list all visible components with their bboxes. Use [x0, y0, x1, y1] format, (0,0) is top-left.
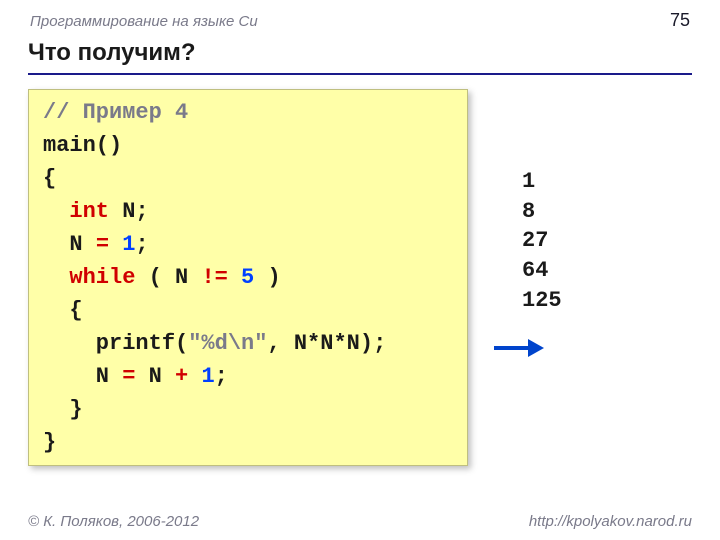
slide-title: Что получим?	[28, 39, 692, 75]
arrow-icon	[492, 337, 544, 364]
header: Программирование на языке Си 75	[28, 10, 692, 31]
footer: © К. Поляков, 2006-2012 http://kpolyakov…	[28, 513, 692, 530]
output-line: 64	[522, 258, 548, 283]
code-num-5: 5	[241, 265, 254, 290]
header-topic: Программирование на языке Си	[30, 13, 258, 30]
code-text: ( N	[135, 265, 201, 290]
code-comment: // Пример 4	[43, 100, 188, 125]
output-line: 1	[522, 169, 535, 194]
code-text: printf(	[43, 331, 188, 356]
code-semi: ;	[215, 364, 228, 389]
code-sp	[109, 232, 122, 257]
code-line: }	[43, 430, 56, 455]
code-op-eq: =	[122, 364, 135, 389]
code-op-eq: =	[96, 232, 109, 257]
footer-url: http://kpolyakov.narod.ru	[529, 513, 692, 530]
code-num-1: 1	[122, 232, 135, 257]
code-text: N	[135, 364, 175, 389]
code-keyword-int: int	[69, 199, 109, 224]
code-string: "%d\n"	[188, 331, 267, 356]
code-sp	[228, 265, 241, 290]
code-keyword-while: while	[69, 265, 135, 290]
output-line: 8	[522, 199, 535, 224]
code-block: // Пример 4 main() { int N; N = 1; while…	[28, 89, 468, 466]
output-line: 125	[522, 288, 562, 313]
output-column: 1 8 27 64 125	[482, 167, 562, 364]
slide: Программирование на языке Си 75 Что полу…	[0, 0, 720, 540]
code-line: {	[43, 298, 83, 323]
footer-copyright: © К. Поляков, 2006-2012	[28, 513, 199, 530]
content-area: // Пример 4 main() { int N; N = 1; while…	[28, 89, 692, 466]
code-text: , N*N*N);	[267, 331, 386, 356]
code-line: }	[43, 397, 83, 422]
code-line: main()	[43, 133, 122, 158]
code-semi: ;	[135, 232, 148, 257]
code-op-plus: +	[175, 364, 188, 389]
output-line: 27	[522, 228, 548, 253]
page-number: 75	[670, 10, 690, 31]
code-op-neq: !=	[201, 265, 227, 290]
code-line: {	[43, 166, 56, 191]
program-output: 1 8 27 64 125	[522, 167, 562, 315]
code-text: )	[254, 265, 280, 290]
code-sp	[188, 364, 201, 389]
code-text: N;	[109, 199, 149, 224]
code-text: N	[43, 232, 96, 257]
code-num-1b: 1	[201, 364, 214, 389]
code-text: N	[43, 364, 122, 389]
